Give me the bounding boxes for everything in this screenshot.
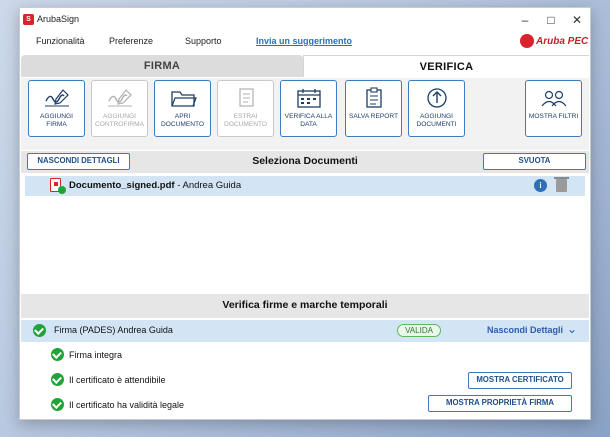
menu-supporto[interactable]: Supporto [185,36,222,46]
toggle-details-link[interactable]: Nascondi Dettagli [487,325,563,335]
open-document-label: APRI DOCUMENTO [160,113,205,128]
verification-title: Verifica firme e marche temporali [222,299,388,311]
chevron-down-icon[interactable]: ⌄ [567,322,577,336]
document-list: Documento_signed.pdf - Andrea Guida i [21,174,589,299]
show-filters-button[interactable]: MOSTRA FILTRI [525,80,582,137]
add-documents-label: AGGIUNGI DOCUMENTI [416,113,457,128]
detail-text: Firma integra [69,350,123,360]
info-icon[interactable]: i [534,179,547,192]
verify-at-date-label: VERIFICA ALLA DATA [284,113,333,128]
menu-preferenze[interactable]: Preferenze [109,36,153,46]
signature-icon [44,89,69,107]
countersignature-icon [107,89,132,107]
tab-verifica[interactable]: VERIFICA [303,55,589,77]
add-documents-button[interactable]: AGGIUNGI DOCUMENTI [408,80,465,137]
app-window: S ArubaSign – □ ✕ Funzionalità Preferenz… [19,7,591,420]
detail-text: Il certificato è attendibile [69,375,166,385]
extract-icon [238,88,254,107]
maximize-button[interactable]: □ [543,12,559,28]
window-title: ArubaSign [37,14,80,24]
brand-text: Aruba PEC [536,35,589,47]
document-label: Documento_signed.pdf - Andrea Guida [69,180,241,191]
verify-at-date-button[interactable]: VERIFICA ALLA DATA [280,80,337,137]
verification-header: Verifica firme e marche temporali [21,294,589,318]
upload-icon [426,88,447,108]
tab-bar: FIRMA VERIFICA [21,55,589,77]
documents-header: NASCONDI DETTAGLI Seleziona Documenti SV… [21,151,589,173]
menu-bar: Funzionalità Preferenze Supporto Invia u… [20,33,590,55]
detail-row-trusted: Il certificato è attendibile MOSTRA CERT… [21,369,589,393]
tab-firma[interactable]: FIRMA [21,55,303,77]
aruba-pec-logo: Aruba PEC [520,34,588,48]
document-filename: Documento_signed.pdf [69,180,175,191]
save-report-button[interactable]: SALVA REPORT [345,80,402,137]
folder-icon [170,91,197,107]
detail-text: Il certificato ha validità legale [69,400,185,410]
check-icon [51,348,64,361]
close-button[interactable]: ✕ [569,12,585,28]
report-icon [365,87,382,108]
menu-funzionalita[interactable]: Funzionalità [36,36,85,46]
show-certificate-button[interactable]: MOSTRA CERTIFICATO [468,372,572,389]
add-signature-button[interactable]: AGGIUNGI FIRMA [28,80,85,137]
extract-document-button[interactable]: ESTRAI DOCUMENTO [217,80,274,137]
detail-row-integrity: Firma integra [21,344,589,368]
arubasign-logo-icon: S [23,14,34,25]
trash-icon[interactable] [554,177,569,192]
show-filters-label: MOSTRA FILTRI [528,113,579,120]
document-signer: - Andrea Guida [174,180,242,191]
add-countersignature-button[interactable]: AGGIUNGI CONTROFIRMA [91,80,148,137]
signature-text: Firma (PADES) Andrea Guida [54,325,173,335]
add-signature-label: AGGIUNGI FIRMA [40,113,73,128]
check-icon [51,373,64,386]
extract-document-label: ESTRAI DOCUMENTO [223,113,268,128]
save-report-label: SALVA REPORT [348,113,399,120]
title-bar: S ArubaSign – □ ✕ [20,8,590,32]
signed-check-icon [58,186,66,194]
calendar-icon [296,89,321,108]
status-badge: VALIDA [397,324,441,337]
valid-check-icon [33,324,46,337]
show-signature-properties-button[interactable]: MOSTRA PROPRIETÀ FIRMA [428,395,572,412]
check-icon [51,398,64,411]
aruba-logo-icon [520,34,534,48]
clear-button[interactable]: SVUOTA [483,153,586,170]
add-countersignature-label: AGGIUNGI CONTROFIRMA [94,113,145,128]
users-icon [541,90,566,107]
minimize-button[interactable]: – [517,12,533,28]
open-document-button[interactable]: APRI DOCUMENTO [154,80,211,137]
detail-row-legal: Il certificato ha validità legale MOSTRA… [21,394,589,418]
signature-row[interactable]: Firma (PADES) Andrea Guida VALIDA Nascon… [21,320,589,342]
toolbar: AGGIUNGI FIRMA AGGIUNGI CONTROFIRMA APRI… [21,78,589,150]
list-item[interactable]: Documento_signed.pdf - Andrea Guida i [25,176,585,196]
feedback-link[interactable]: Invia un suggerimento [256,36,352,46]
